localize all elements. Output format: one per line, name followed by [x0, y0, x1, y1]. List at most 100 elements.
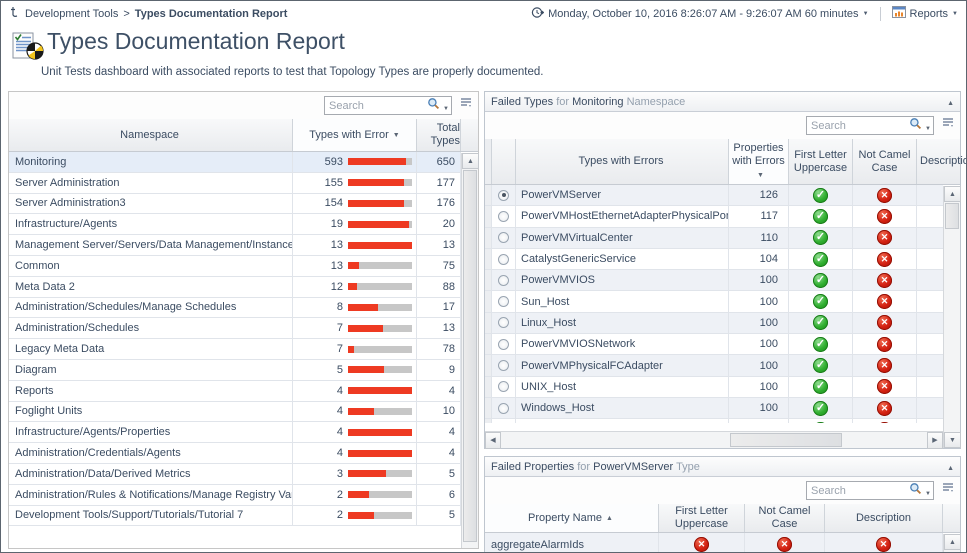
table-customizer-icon[interactable] [941, 481, 955, 500]
table-row[interactable]: PowerVMVirtualCenter110 [485, 228, 943, 249]
table-customizer-icon[interactable] [459, 96, 473, 115]
namespace-vertical-scrollbar[interactable] [461, 153, 478, 548]
not-camel-case-cell [853, 206, 917, 226]
fail-icon [877, 337, 892, 352]
table-row[interactable]: Common1375 [9, 256, 461, 277]
table-row[interactable]: PowerVMVIOSNetwork100 [485, 334, 943, 355]
radio-button[interactable] [498, 381, 509, 392]
table-row[interactable]: PowerVMPhysicalFCAdapter100 [485, 355, 943, 376]
search-options-icon[interactable] [440, 97, 449, 115]
search-options-icon[interactable] [922, 482, 931, 500]
scrollbar-thumb[interactable] [730, 433, 842, 447]
type-name-cell: Windows_Host [516, 398, 729, 418]
column-header-not-camel-case[interactable]: Not Camel Case [745, 504, 825, 532]
scroll-down-button[interactable] [944, 432, 961, 448]
pass-icon [813, 294, 828, 309]
column-header-total-types[interactable]: Total Types [417, 119, 461, 151]
column-header-first-letter-uppercase[interactable]: First Letter Uppercase [789, 139, 853, 184]
radio-button[interactable] [498, 275, 509, 286]
search-input[interactable] [329, 100, 427, 112]
radio-button[interactable] [498, 317, 509, 328]
reports-menu-button[interactable]: Reports [892, 6, 958, 21]
table-row[interactable]: Administration/Rules & Notifications/Man… [9, 485, 461, 506]
collapse-icon[interactable] [947, 461, 954, 473]
fail-icon [877, 379, 892, 394]
scroll-up-button[interactable] [944, 534, 961, 550]
breadcrumb-item-development-tools[interactable]: Development Tools [25, 8, 118, 20]
table-row[interactable]: Diagram59 [9, 360, 461, 381]
table-row[interactable]: Administration/Schedules713 [9, 318, 461, 339]
column-header-description[interactable]: Description [825, 504, 943, 532]
not-camel-case-cell [853, 334, 917, 354]
scroll-up-button[interactable] [462, 153, 479, 169]
table-row[interactable]: Management Server/Servers/Data Managemen… [9, 235, 461, 256]
table-row[interactable]: Server Administration3154176 [9, 194, 461, 215]
collapse-icon[interactable] [947, 96, 954, 108]
table-row[interactable]: Reports44 [9, 381, 461, 402]
table-row[interactable]: Legacy Meta Data778 [9, 339, 461, 360]
table-row[interactable]: Server Administration155177 [9, 173, 461, 194]
search-options-icon[interactable] [922, 117, 931, 135]
table-row[interactable]: Infrastructure/Agents1920 [9, 214, 461, 235]
radio-button[interactable] [498, 360, 509, 371]
column-header-types-with-errors[interactable]: Types with Errors [516, 139, 729, 184]
table-row[interactable] [485, 419, 943, 423]
table-row[interactable]: Administration/Data/Derived Metrics35 [9, 464, 461, 485]
search-input[interactable] [811, 485, 909, 497]
table-row[interactable]: CatalystGenericService104 [485, 249, 943, 270]
radio-button[interactable] [498, 254, 509, 265]
scrollbar-thumb[interactable] [945, 203, 959, 229]
table-row[interactable]: Foglight Units410 [9, 402, 461, 423]
table-customizer-icon[interactable] [941, 116, 955, 135]
column-header-namespace[interactable]: Namespace [9, 119, 293, 151]
table-row[interactable]: aggregateAlarmIds [485, 533, 943, 553]
row-handle-header [485, 139, 492, 184]
table-row[interactable]: Administration/Schedules/Manage Schedule… [9, 298, 461, 319]
error-ratio-fill [348, 408, 374, 415]
column-header-properties-with-errors[interactable]: Properties with Errors [729, 139, 789, 184]
table-row[interactable]: Infrastructure/Agents/Properties44 [9, 422, 461, 443]
total-cell: 88 [417, 277, 461, 297]
table-row[interactable]: Development Tools/Support/Tutorials/Tuto… [9, 506, 461, 526]
table-row[interactable]: Sun_Host100 [485, 291, 943, 312]
column-header-first-letter-uppercase[interactable]: First Letter Uppercase [659, 504, 745, 532]
radio-button[interactable] [498, 403, 509, 414]
column-header-not-camel-case[interactable]: Not Camel Case [853, 139, 917, 184]
time-range-selector[interactable]: Monday, October 10, 2016 8:26:07 AM - 9:… [531, 6, 868, 22]
failed-types-horizontal-scrollbar[interactable] [485, 431, 943, 448]
radio-button[interactable] [498, 211, 509, 222]
column-header-types-with-error[interactable]: Types with Error [293, 119, 417, 151]
table-row[interactable]: UNIX_Host100 [485, 377, 943, 398]
scroll-up-button[interactable] [944, 186, 961, 202]
table-row[interactable]: PowerVMServer126 [485, 185, 943, 206]
failed-types-vertical-scrollbar[interactable] [943, 186, 960, 448]
radio-button[interactable] [498, 296, 509, 307]
table-row[interactable]: Administration/Credentials/Agents44 [9, 443, 461, 464]
properties-with-errors-cell [729, 419, 789, 423]
search-icon[interactable] [909, 117, 922, 135]
chevron-down-icon[interactable] [952, 8, 958, 20]
radio-button[interactable] [498, 339, 509, 350]
search-icon[interactable] [427, 97, 440, 115]
table-row[interactable]: Monitoring593650 [9, 152, 461, 173]
radio-cell [492, 206, 516, 226]
scroll-left-button[interactable] [485, 432, 501, 449]
table-row[interactable]: PowerVMHostEthernetAdapterPhysicalPort11… [485, 206, 943, 227]
radio-button[interactable] [498, 190, 509, 201]
search-icon[interactable] [909, 482, 922, 500]
radio-button[interactable] [498, 232, 509, 243]
clock-icon [531, 6, 544, 22]
failed-properties-vertical-scrollbar[interactable] [943, 534, 960, 553]
column-header-property-name[interactable]: Property Name [485, 504, 659, 532]
chevron-down-icon[interactable] [863, 8, 869, 20]
table-row[interactable]: Meta Data 21288 [9, 277, 461, 298]
table-row[interactable]: Linux_Host100 [485, 313, 943, 334]
scroll-right-button[interactable] [927, 432, 943, 449]
column-header-description[interactable]: Description [917, 139, 943, 184]
table-row[interactable]: Windows_Host100 [485, 398, 943, 419]
radio-cell [492, 398, 516, 418]
scrollbar-thumb[interactable] [463, 170, 477, 542]
failed-properties-table-header: Property Name First Letter Uppercase Not… [485, 504, 960, 533]
search-input[interactable] [811, 120, 909, 132]
table-row[interactable]: PowerVMVIOS100 [485, 270, 943, 291]
